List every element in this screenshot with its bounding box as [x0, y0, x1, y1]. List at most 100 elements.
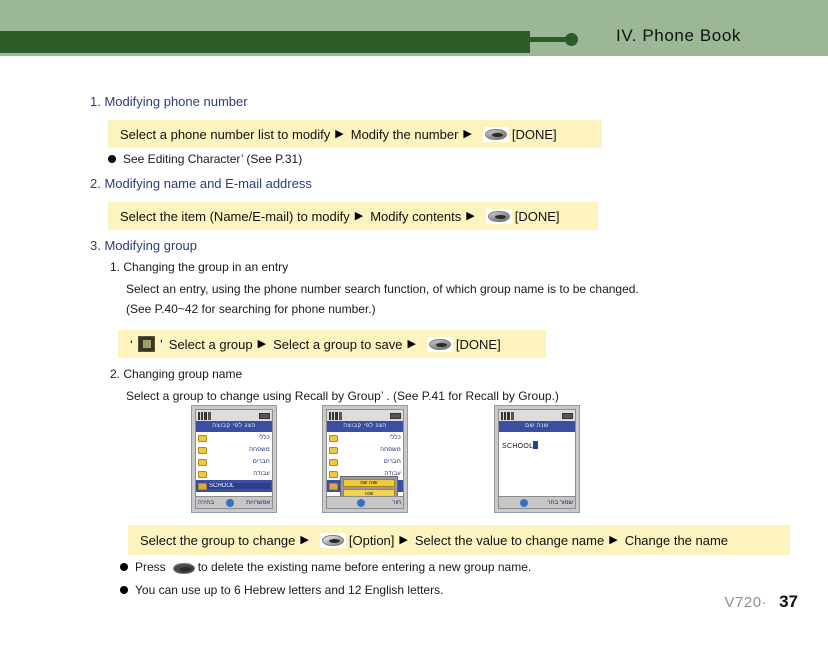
step-arrow-icon: ▶ — [257, 337, 267, 350]
phone-3-softkeys: שמור בחר — [499, 496, 575, 508]
section-1-note-text: See Editing Character’ (See P.31) — [123, 152, 303, 166]
step-4c-text: Select the value to change name — [414, 532, 605, 548]
bottom-note-2: You can use up to 6 Hebrew letters and 1… — [120, 583, 443, 597]
done-key-icon — [426, 336, 453, 352]
phone-3-title: שנה שם — [499, 421, 575, 432]
status-bar — [327, 410, 403, 421]
center-key-icon[interactable] — [520, 498, 529, 507]
step-4b-text: [Option] — [348, 532, 395, 548]
status-bar — [196, 410, 272, 421]
step-arrow-icon: ▶ — [300, 533, 309, 546]
step-1c-text: [DONE] — [511, 126, 557, 142]
bottom-note-1-suffix: to delete the existing name before enter… — [197, 560, 532, 574]
softkey-left[interactable]: בחירה — [198, 500, 214, 506]
done-key-icon — [485, 208, 512, 224]
clear-key-icon — [170, 560, 195, 574]
folder-open-icon — [198, 482, 207, 490]
text-caret — [533, 441, 539, 449]
signal-icon — [329, 411, 342, 420]
page-header: IV. Phone Book — [0, 0, 828, 56]
folder-icon — [329, 434, 338, 442]
softkey-right[interactable]: שמור בחר — [547, 500, 573, 506]
subsection-3-2-title: 2. Changing group name — [110, 367, 242, 381]
list-item-label: משפחה — [249, 447, 270, 453]
phone-2-softkeys: חור — [327, 496, 403, 508]
section-1-title: 1. Modifying phone number — [90, 94, 248, 109]
selected-group-value: SCHOOL — [207, 483, 270, 489]
footer-model: V720· — [724, 594, 768, 611]
phone-screen-group-name-edit: שנה שם SCHOOL שמור בחר — [494, 405, 580, 513]
section-3-title: 3. Modifying group — [90, 238, 197, 253]
step-box-modify-name-email: Select the item (Name/E-mail) to modify … — [108, 202, 598, 230]
list-item[interactable]: משפחה — [327, 444, 403, 456]
signal-icon — [501, 411, 514, 420]
list-item-selected[interactable]: SCHOOL — [196, 480, 272, 492]
folder-open-icon — [329, 482, 338, 490]
phone-2-title: הצג לפי קבוצה — [327, 421, 403, 432]
group-name-value: SCHOOL — [502, 443, 534, 450]
step-2c-text: [DONE] — [514, 208, 560, 224]
list-item-label: כללי — [389, 435, 401, 441]
list-item[interactable]: כללי — [327, 432, 403, 444]
phone-screen-group-list: הצג לפי קבוצה כללי משפחה חברים עבודה SCH… — [191, 405, 277, 513]
subsection-3-2-label: Changing group name — [123, 367, 243, 381]
step-arrow-icon: ▶ — [354, 209, 364, 222]
step-arrow-icon: ▶ — [399, 533, 408, 546]
step-1a-text: Select a phone number list to modify — [120, 126, 331, 142]
section-3-number: 3. — [90, 238, 101, 253]
step-3c-text: [DONE] — [455, 336, 501, 352]
bottom-note-2-text: You can use up to 6 Hebrew letters and 1… — [135, 583, 444, 597]
group-square-icon — [137, 336, 155, 352]
step-3b-text: Select a group to save — [273, 336, 403, 352]
list-item[interactable]: חברים — [327, 456, 403, 468]
step-arrow-icon: ▶ — [463, 127, 472, 140]
folder-icon — [198, 434, 207, 442]
signal-icon — [198, 411, 211, 420]
subsection-3-2-line-1: Select a group to change using Recall by… — [126, 389, 559, 403]
list-item-label: משפחה — [380, 447, 401, 453]
step-arrow-icon: ▶ — [335, 127, 344, 140]
section-1-number: 1. — [90, 94, 101, 109]
softkey-right[interactable]: חור — [392, 500, 401, 506]
bullet-icon — [120, 586, 128, 594]
subsection-3-1-label: Changing the group in an entry — [123, 260, 289, 274]
list-item[interactable]: חברים — [196, 456, 272, 468]
list-item[interactable]: כללי — [196, 432, 272, 444]
softkey-right[interactable]: אפשרויות — [246, 500, 270, 506]
status-bar — [499, 410, 575, 421]
step-arrow-icon: ▶ — [466, 209, 475, 222]
group-name-input[interactable]: SCHOOL — [499, 432, 575, 494]
phone-1-title: הצג לפי קבוצה — [196, 421, 272, 432]
section-2-label: Modifying name and E-mail address — [104, 176, 312, 191]
bullet-icon — [108, 155, 116, 163]
subsection-3-1-title: 1. Changing the group in an entry — [110, 260, 288, 274]
folder-icon — [198, 470, 207, 478]
battery-icon — [562, 412, 573, 419]
list-item-label: חברים — [252, 459, 270, 465]
step-arrow-icon: ▶ — [407, 337, 416, 350]
list-item[interactable]: משפחה — [196, 444, 272, 456]
header-dark-bar — [0, 31, 530, 53]
section-1-note: See Editing Character’ (See P.31) — [108, 152, 302, 166]
subsection-3-1-number: 1. — [110, 260, 121, 274]
phone-1-rows: כללי משפחה חברים עבודה SCHOOL — [196, 432, 272, 494]
battery-icon — [390, 412, 401, 419]
list-item-label: עבודה — [253, 471, 270, 477]
center-key-icon[interactable] — [226, 498, 235, 507]
bottom-note-1-prefix: Press — [135, 560, 166, 574]
subsection-3-1-line-2: (See P.40~42 for searching for phone num… — [126, 302, 376, 316]
folder-icon — [198, 446, 207, 454]
list-item[interactable]: עבודה — [196, 468, 272, 480]
done-key-icon — [482, 126, 509, 142]
folder-icon — [329, 458, 338, 466]
subsection-3-1-line-1: Select an entry, using the phone number … — [126, 282, 639, 296]
step-2a-text: Select the item (Name/E-mail) to modify — [120, 208, 350, 224]
page-footer: V720· 37 — [725, 592, 798, 612]
header-stem — [530, 37, 568, 42]
step-box-change-group-in-entry: ‘ ’ Select a group ▶ Select a group to s… — [118, 330, 546, 358]
page-title: IV. Phone Book — [616, 26, 741, 45]
bullet-icon — [120, 563, 128, 571]
phone-screen-group-option-popup: הצג לפי קבוצה כללי משפחה חברים עבודה שנה… — [322, 405, 408, 513]
center-key-icon[interactable] — [356, 498, 365, 507]
phone-2-rows: כללי משפחה חברים עבודה שנה שם שנה — [327, 432, 403, 508]
